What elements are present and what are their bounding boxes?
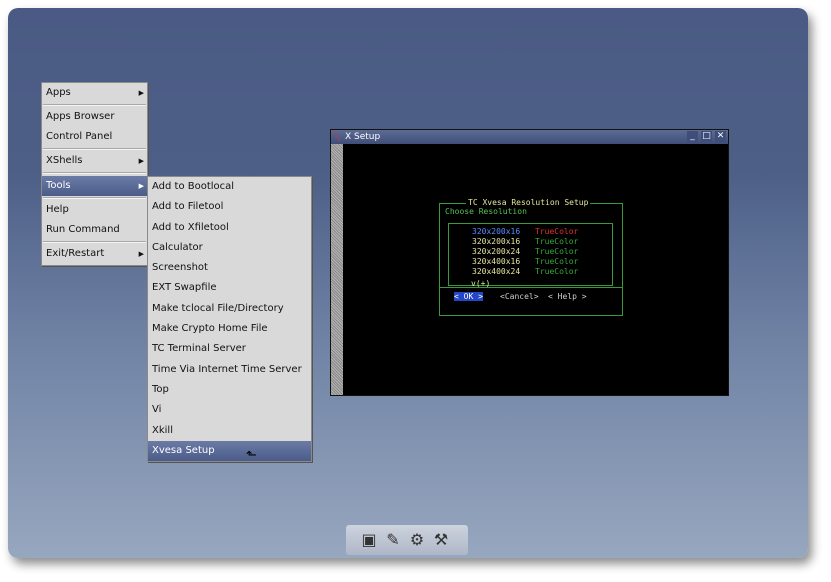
submenu-arrow-icon: ▶ [138,89,144,97]
menu-separator [43,104,146,106]
dialog-divider [440,287,622,288]
tools-submenu: Add to Bootlocal Add to Filetool Add to … [147,176,312,462]
menu-item-label: Screenshot [152,262,208,273]
menu-item-label: Control Panel [46,131,113,142]
menu-item-ext-swapfile[interactable]: EXT Swapfile [148,278,311,298]
dock: ▣ ✎ ⚙ ⚒ [346,525,468,555]
resolution-option[interactable]: 320x200x16 [472,237,520,247]
menu-item-make-tclocal[interactable]: Make tclocal File/Directory [148,299,311,319]
window-titlebar[interactable]: ╲ X Setup _ □ ✕ [331,130,728,144]
maximize-icon[interactable]: □ [701,131,712,142]
window-title: X Setup [345,132,381,142]
menu-item-add-to-xfiletool[interactable]: Add to Xfiletool [148,218,311,238]
resolution-dialog: TC Xvesa Resolution Setup Choose Resolut… [439,198,623,316]
menu-item-top[interactable]: Top [148,380,311,400]
color-depth-label: TrueColor [535,267,579,276]
dialog-subtitle: Choose Resolution [445,207,527,216]
tools-icon[interactable]: ⚒ [430,529,452,551]
menu-item-tools[interactable]: Tools ▶ [42,176,147,196]
menu-item-label: Make Crypto Home File [152,323,268,334]
menu-item-label: Make tclocal File/Directory [152,303,284,314]
menu-item-help[interactable]: Help [42,200,147,220]
cancel-button[interactable]: <Cancel> [500,292,539,302]
resolution-option[interactable]: 320x400x16 [472,257,520,267]
minimize-icon[interactable]: _ [687,131,698,142]
resolution-option[interactable]: 320x400x24 [472,267,520,277]
menu-item-label: EXT Swapfile [152,282,217,293]
menu-item-label: TC Terminal Server [152,343,246,354]
menu-item-vi[interactable]: Vi [148,400,311,420]
menu-item-add-to-bootlocal[interactable]: Add to Bootlocal [148,177,311,197]
root-menu: Apps ▶ Apps Browser Control Panel XShell… [41,82,148,266]
close-icon[interactable]: ✕ [715,131,726,142]
menu-item-label: Xkill [152,425,173,436]
menu-item-label: Add to Bootlocal [152,181,235,192]
resolution-option[interactable]: 320x200x16 [472,227,520,237]
mouse-pointer-icon: ⬑ [246,448,257,463]
editor-icon[interactable]: ✎ [382,529,404,551]
terminal-icon[interactable]: ▣ [358,529,380,551]
menu-item-control-panel[interactable]: Control Panel [42,127,147,147]
color-depth-label: TrueColor [535,237,579,246]
menu-item-label: Time Via Internet Time Server [152,364,302,375]
menu-item-label: Tools [46,180,71,191]
dialog-title: TC Xvesa Resolution Setup [466,198,591,207]
menu-item-label: XShells [46,155,83,166]
menu-item-tc-terminal-server[interactable]: TC Terminal Server [148,339,311,359]
menu-item-apps[interactable]: Apps ▶ [42,83,147,103]
control-panel-gears-icon[interactable]: ⚙ [406,529,428,551]
menu-item-label: Vi [152,404,162,415]
menu-item-label: Help [46,204,69,215]
menu-item-exit-restart[interactable]: Exit/Restart ▶ [42,244,147,264]
menu-item-time-via-internet[interactable]: Time Via Internet Time Server [148,360,311,380]
terminal-area[interactable]: TC Xvesa Resolution Setup Choose Resolut… [343,144,728,395]
menu-item-calculator[interactable]: Calculator [148,238,311,258]
color-depth-label: TrueColor [535,257,579,266]
menu-item-label: Exit/Restart [46,248,105,259]
menu-item-xvesa-setup[interactable]: Xvesa Setup [148,441,311,461]
submenu-arrow-icon: ▶ [138,250,144,258]
menu-separator [43,197,146,199]
ok-button[interactable]: < OK > [454,292,483,302]
menu-item-xkill[interactable]: Xkill [148,421,311,441]
x-setup-window: ╲ X Setup _ □ ✕ TC Xvesa Resolution Setu… [330,129,729,396]
menu-item-apps-browser[interactable]: Apps Browser [42,107,147,127]
menu-separator [43,241,146,243]
submenu-arrow-icon: ▶ [138,157,144,165]
help-button[interactable]: < Help > [548,292,587,302]
terminal-app-icon: ╲ [334,132,340,142]
menu-separator [43,172,146,174]
menu-item-label: Add to Xfiletool [152,222,229,233]
terminal-scrollbar[interactable] [331,144,343,395]
menu-item-label: Add to Filetool [152,201,224,212]
menu-separator [43,148,146,150]
menu-item-label: Run Command [46,224,120,235]
color-depth-label: TrueColor [535,247,579,256]
menu-item-label: Apps Browser [46,111,115,122]
menu-item-label: Apps [46,87,71,98]
menu-item-label: Xvesa Setup [152,445,215,456]
submenu-arrow-icon: ▶ [138,182,144,190]
color-depth-label: TrueColor [535,227,579,236]
menu-item-screenshot[interactable]: Screenshot [148,258,311,278]
ok-button-label: < OK > [454,292,483,301]
desktop: Apps ▶ Apps Browser Control Panel XShell… [8,8,808,558]
resolution-option[interactable]: 320x200x24 [472,247,520,257]
menu-item-label: Top [152,384,169,395]
menu-item-run-command[interactable]: Run Command [42,220,147,240]
menu-item-add-to-filetool[interactable]: Add to Filetool [148,197,311,217]
menu-item-make-crypto-home[interactable]: Make Crypto Home File [148,319,311,339]
resolution-list: 320x200x16 TrueColor 320x200x16 TrueColo… [448,223,613,288]
menu-item-xshells[interactable]: XShells ▶ [42,151,147,171]
menu-item-label: Calculator [152,242,203,253]
